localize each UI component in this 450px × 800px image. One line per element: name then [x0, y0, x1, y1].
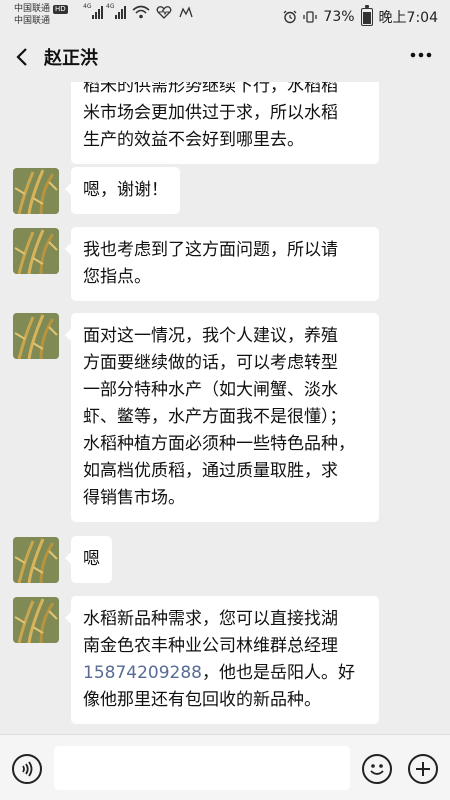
notification-icon: [179, 6, 193, 18]
message-line: 像他那里还有包回收的新品种。: [83, 690, 321, 710]
signal-icon: 4G: [83, 3, 103, 19]
emoji-button[interactable]: [362, 754, 392, 784]
phone-number-link[interactable]: 15874209288: [83, 663, 202, 683]
message-line: 生产的效益不会好到哪里去。: [83, 130, 304, 150]
message-input[interactable]: [54, 746, 350, 790]
status-bar: 中国联通 HD 中国联通 4G 4G 73% 晚上7:04: [0, 0, 450, 32]
message-bubble[interactable]: 嗯: [65, 536, 112, 583]
clock: 晚上7:04: [378, 10, 438, 26]
alarm-icon: [283, 10, 297, 24]
message-bubble[interactable]: 面对这一情况，我个人建议，养殖 方面要继续做的话，可以考虑转型 一部分特种水产（…: [65, 313, 379, 522]
voice-icon: [22, 761, 33, 777]
battery-icon: [360, 5, 373, 26]
status-right: 73% 晚上7:04: [283, 5, 438, 27]
message-line: 得销售市场。: [83, 488, 185, 508]
back-button[interactable]: [0, 32, 44, 82]
message-line: 虾、鳖等，水产方面我不是很懂）；: [83, 407, 347, 427]
signal-icon: 4G: [106, 3, 126, 19]
carrier-2: 中国联通: [14, 16, 51, 26]
health-icon: [156, 6, 172, 19]
carrier-1: 中国联通: [14, 4, 51, 14]
network-type: 4G: [106, 3, 115, 10]
voice-input-button[interactable]: [12, 754, 42, 784]
signal-icons: 4G 4G: [83, 3, 194, 19]
avatar[interactable]: [13, 537, 59, 583]
message-line: 15874209288，他也是岳阳人。好: [83, 660, 367, 687]
message-line: 如高档优质稻，通过质量取胜，求: [83, 461, 338, 481]
message-bubble[interactable]: 稻米的供需形势继续下行，水稻稻 米市场会更加供过于求，所以水稻 生产的效益不会好…: [71, 82, 379, 164]
message-line: 方面要继续做的话，可以考虑转型: [83, 353, 338, 373]
more-options-button[interactable]: [410, 46, 432, 58]
input-bar: [0, 734, 450, 800]
avatar[interactable]: [13, 313, 59, 359]
chevron-left-icon: [16, 48, 27, 66]
message-bubble[interactable]: 我也考虑到了这方面问题，所以请 您指点。: [65, 227, 379, 301]
rice-plant-image: [13, 537, 59, 583]
carrier-info: 中国联通 HD 中国联通: [14, 3, 68, 27]
avatar[interactable]: [13, 228, 59, 274]
battery-percent: 73%: [323, 9, 355, 25]
plus-icon: [416, 762, 430, 776]
message-line: 我也考虑到了这方面问题，所以请: [83, 240, 338, 260]
message-list[interactable]: 稻米的供需形势继续下行，水稻稻 米市场会更加供过于求，所以水稻 生产的效益不会好…: [0, 82, 450, 734]
avatar[interactable]: [13, 168, 59, 214]
message-line: 南金色农丰种业公司林维群总经理: [83, 636, 338, 656]
vibrate-icon: [303, 11, 318, 23]
message-line: 面对这一情况，我个人建议，养殖: [83, 326, 338, 346]
message-line: 米市场会更加供过于求，所以水稻: [83, 103, 338, 123]
avatar[interactable]: [13, 597, 59, 643]
chat-header: 赵正洪: [0, 32, 450, 82]
message-bubble[interactable]: 水稻新品种需求，您可以直接找湖 南金色农丰种业公司林维群总经理 15874209…: [65, 596, 379, 724]
more-functions-button[interactable]: [408, 754, 438, 784]
emoji-icon: [370, 764, 384, 775]
rice-plant-image: [13, 313, 59, 359]
message-line: 嗯，谢谢！: [83, 180, 168, 200]
message-line: 稻米的供需形势继续下行，水稻稻: [83, 82, 338, 96]
rice-plant-image: [13, 168, 59, 214]
message-line: 您指点。: [83, 267, 151, 287]
more-dots-icon: [410, 52, 432, 58]
hd-badge: HD: [53, 4, 68, 14]
message-line: 水稻新品种需求，您可以直接找湖: [83, 609, 338, 629]
message-line: 嗯: [83, 549, 100, 569]
message-line: 水稻种植方面必须种一些特色品种，: [83, 434, 355, 454]
network-type: 4G: [83, 3, 92, 10]
chat-title: 赵正洪: [44, 48, 98, 69]
message-line: 一部分特种水产（如大闸蟹、淡水: [83, 380, 338, 400]
rice-plant-image: [13, 597, 59, 643]
message-bubble[interactable]: 嗯，谢谢！: [65, 167, 180, 214]
message-text: ，他也是岳阳人。好: [201, 663, 355, 683]
rice-plant-image: [13, 228, 59, 274]
wifi-icon: [132, 5, 150, 19]
